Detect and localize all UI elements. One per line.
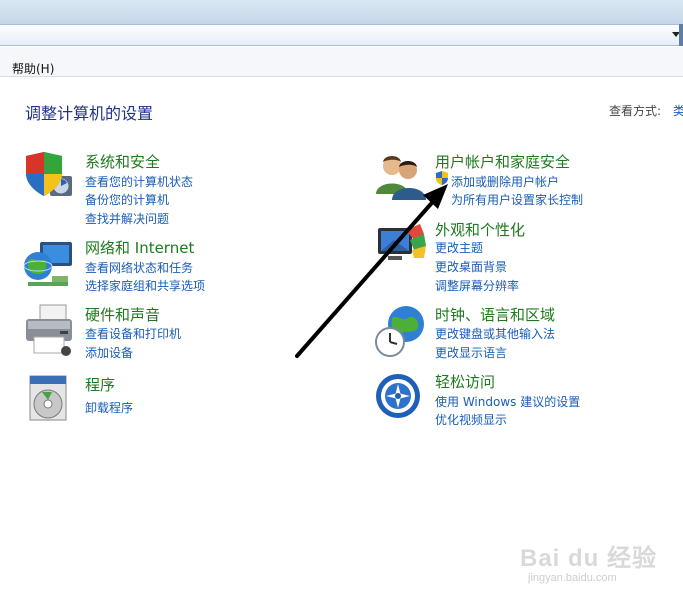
watermark-logo: Bai du 经验 <box>520 545 658 572</box>
annotation-arrow <box>295 184 448 358</box>
watermark-url: jingyan.baidu.com <box>528 572 617 584</box>
